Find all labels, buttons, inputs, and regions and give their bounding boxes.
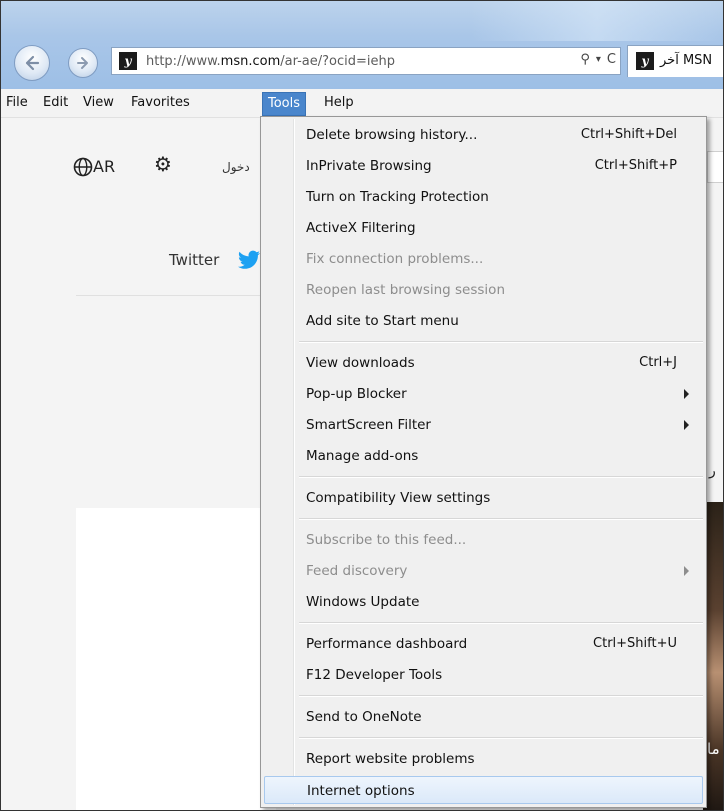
gear-icon[interactable]: ⚙ [154,152,172,176]
search-box-edge [707,151,723,183]
menu-item-manage-addons[interactable]: Manage add-ons [264,442,703,470]
menu-item-performance-dashboard[interactable]: Performance dashboard Ctrl+Shift+U [264,630,703,658]
menu-item-label: View downloads [306,355,415,371]
menu-item-label: Manage add-ons [306,448,419,464]
menu-item-label: Delete browsing history... [306,127,478,143]
menu-item-subscribe-feed: Subscribe to this feed... [264,526,703,554]
menu-item-label: Turn on Tracking Protection [306,189,489,205]
menu-item-compatibility-view[interactable]: Compatibility View settings [264,484,703,512]
submenu-arrow-icon [684,420,689,430]
menu-item-feed-discovery: Feed discovery [264,557,703,585]
browser-window: y http://www.msn.com/ar-ae/?ocid=iehp ⚲ … [0,0,724,811]
menu-item-label: Windows Update [306,594,420,610]
menu-file[interactable]: File [6,93,28,113]
menu-item-inprivate-browsing[interactable]: InPrivate Browsing Ctrl+Shift+P [264,152,703,180]
address-bar[interactable]: y http://www.msn.com/ar-ae/?ocid=iehp ⚲ … [111,47,621,75]
back-button[interactable] [14,45,50,81]
menu-item-activex-filtering[interactable]: ActiveX Filtering [264,214,703,242]
menu-item-view-downloads[interactable]: View downloads Ctrl+J [264,349,703,377]
menu-separator [299,622,703,624]
msn-tab-favicon-icon: y [636,52,654,70]
menu-item-shortcut: Ctrl+J [639,355,677,370]
menu-item-smartscreen-filter[interactable]: SmartScreen Filter [264,411,703,439]
msn-favicon-icon: y [119,52,137,70]
url-path: /ar-ae/?ocid=iehp [280,54,396,69]
menu-item-label: Pop-up Blocker [306,386,407,402]
menu-separator [299,341,703,343]
menu-item-label: Reopen last browsing session [306,282,505,298]
title-glow [471,1,723,41]
headline-fragment: ر [709,463,716,479]
twitter-bird-icon[interactable] [237,250,261,272]
menu-item-delete-browsing-history[interactable]: Delete browsing history... Ctrl+Shift+De… [264,121,703,149]
menu-item-windows-update[interactable]: Windows Update [264,588,703,616]
menu-bar: File Edit View Favorites Tools Help [1,89,723,118]
divider [76,295,276,296]
signin-link[interactable]: دخول [222,160,250,174]
menu-item-tracking-protection[interactable]: Turn on Tracking Protection [264,183,703,211]
menu-item-shortcut: Ctrl+Shift+Del [580,127,677,142]
menu-item-label: Fix connection problems... [306,251,484,267]
menu-tools[interactable]: Tools [262,92,307,116]
menu-item-send-to-onenote[interactable]: Send to OneNote [264,703,703,731]
menu-item-popup-blocker[interactable]: Pop-up Blocker [264,380,703,408]
forward-arrow-icon [77,57,88,69]
back-arrow-icon [25,55,40,71]
tab-msn[interactable]: y آخر MSN [627,45,723,77]
menu-item-fix-connection: Fix connection problems... [264,245,703,273]
menu-separator [299,737,703,739]
menu-item-label: Compatibility View settings [306,490,491,506]
refresh-icon[interactable]: C [607,52,616,67]
menu-item-label: Performance dashboard [306,636,468,652]
menu-item-label: ActiveX Filtering [306,220,416,236]
twitter-label[interactable]: Twitter [169,251,219,269]
search-dropdown-icon[interactable]: ▾ [596,54,601,65]
menu-item-label: SmartScreen Filter [306,417,431,433]
menu-item-label: Internet options [307,783,415,799]
title-bar: y http://www.msn.com/ar-ae/?ocid=iehp ⚲ … [1,1,723,89]
menu-separator [299,518,703,520]
forward-button[interactable] [68,48,98,78]
menu-edit[interactable]: Edit [43,93,68,113]
menu-item-label: Subscribe to this feed... [306,532,467,548]
menu-item-report-website-problems[interactable]: Report website problems [264,745,703,773]
menu-item-reopen-session: Reopen last browsing session [264,276,703,304]
menu-item-add-to-start[interactable]: Add site to Start menu [264,307,703,335]
menu-item-label: Report website problems [306,751,475,767]
address-tools: ⚲ ▾ C [580,52,616,67]
submenu-arrow-icon [684,566,689,576]
menu-favorites[interactable]: Favorites [131,93,190,113]
menu-help[interactable]: Help [324,93,354,113]
menu-view[interactable]: View [83,93,114,113]
tab-label: آخر MSN [660,53,713,68]
menu-item-shortcut: Ctrl+Shift+U [593,636,677,651]
menu-item-label: InPrivate Browsing [306,158,432,174]
language-label[interactable]: AR [93,157,115,176]
menu-item-label: F12 Developer Tools [306,667,443,683]
menu-separator [299,476,703,478]
tools-menu: Delete browsing history... Ctrl+Shift+De… [260,116,707,808]
url-text[interactable]: http://www.msn.com/ar-ae/?ocid=iehp [146,54,395,69]
submenu-arrow-icon [684,389,689,399]
menu-item-label: Feed discovery [306,563,408,579]
menu-item-label: Add site to Start menu [306,313,459,329]
url-prefix: http://www. [146,54,221,69]
content-panel [76,508,276,810]
search-icon[interactable]: ⚲ [580,52,590,67]
globe-icon[interactable] [73,157,93,177]
menu-item-label: Send to OneNote [306,709,422,725]
menu-item-shortcut: Ctrl+Shift+P [594,158,677,173]
menu-item-internet-options[interactable]: Internet options [264,776,703,804]
url-domain: msn.com [220,54,281,69]
menu-separator [299,695,703,697]
menu-item-f12-developer-tools[interactable]: F12 Developer Tools [264,661,703,689]
news-image-caption: ما [707,740,720,758]
